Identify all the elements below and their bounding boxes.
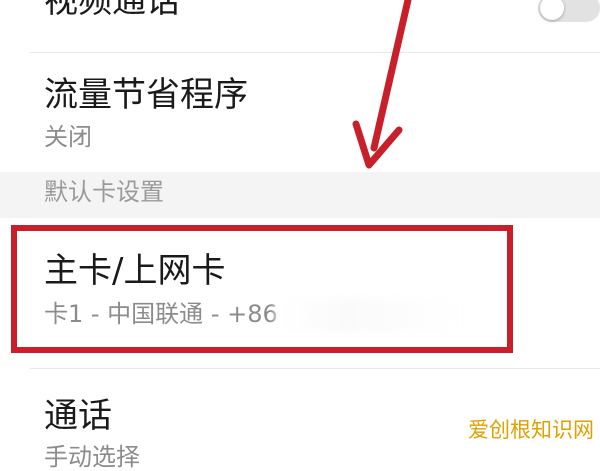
arrow-shaft xyxy=(370,0,412,152)
watermark: 爱创根知识网 xyxy=(468,418,594,442)
settings-screen: 视频通话 流量节省程序 关闭 默认卡设置 主卡/上网卡 卡1 - 中国联通 - … xyxy=(0,0,600,469)
arrow-annotation xyxy=(352,0,412,169)
